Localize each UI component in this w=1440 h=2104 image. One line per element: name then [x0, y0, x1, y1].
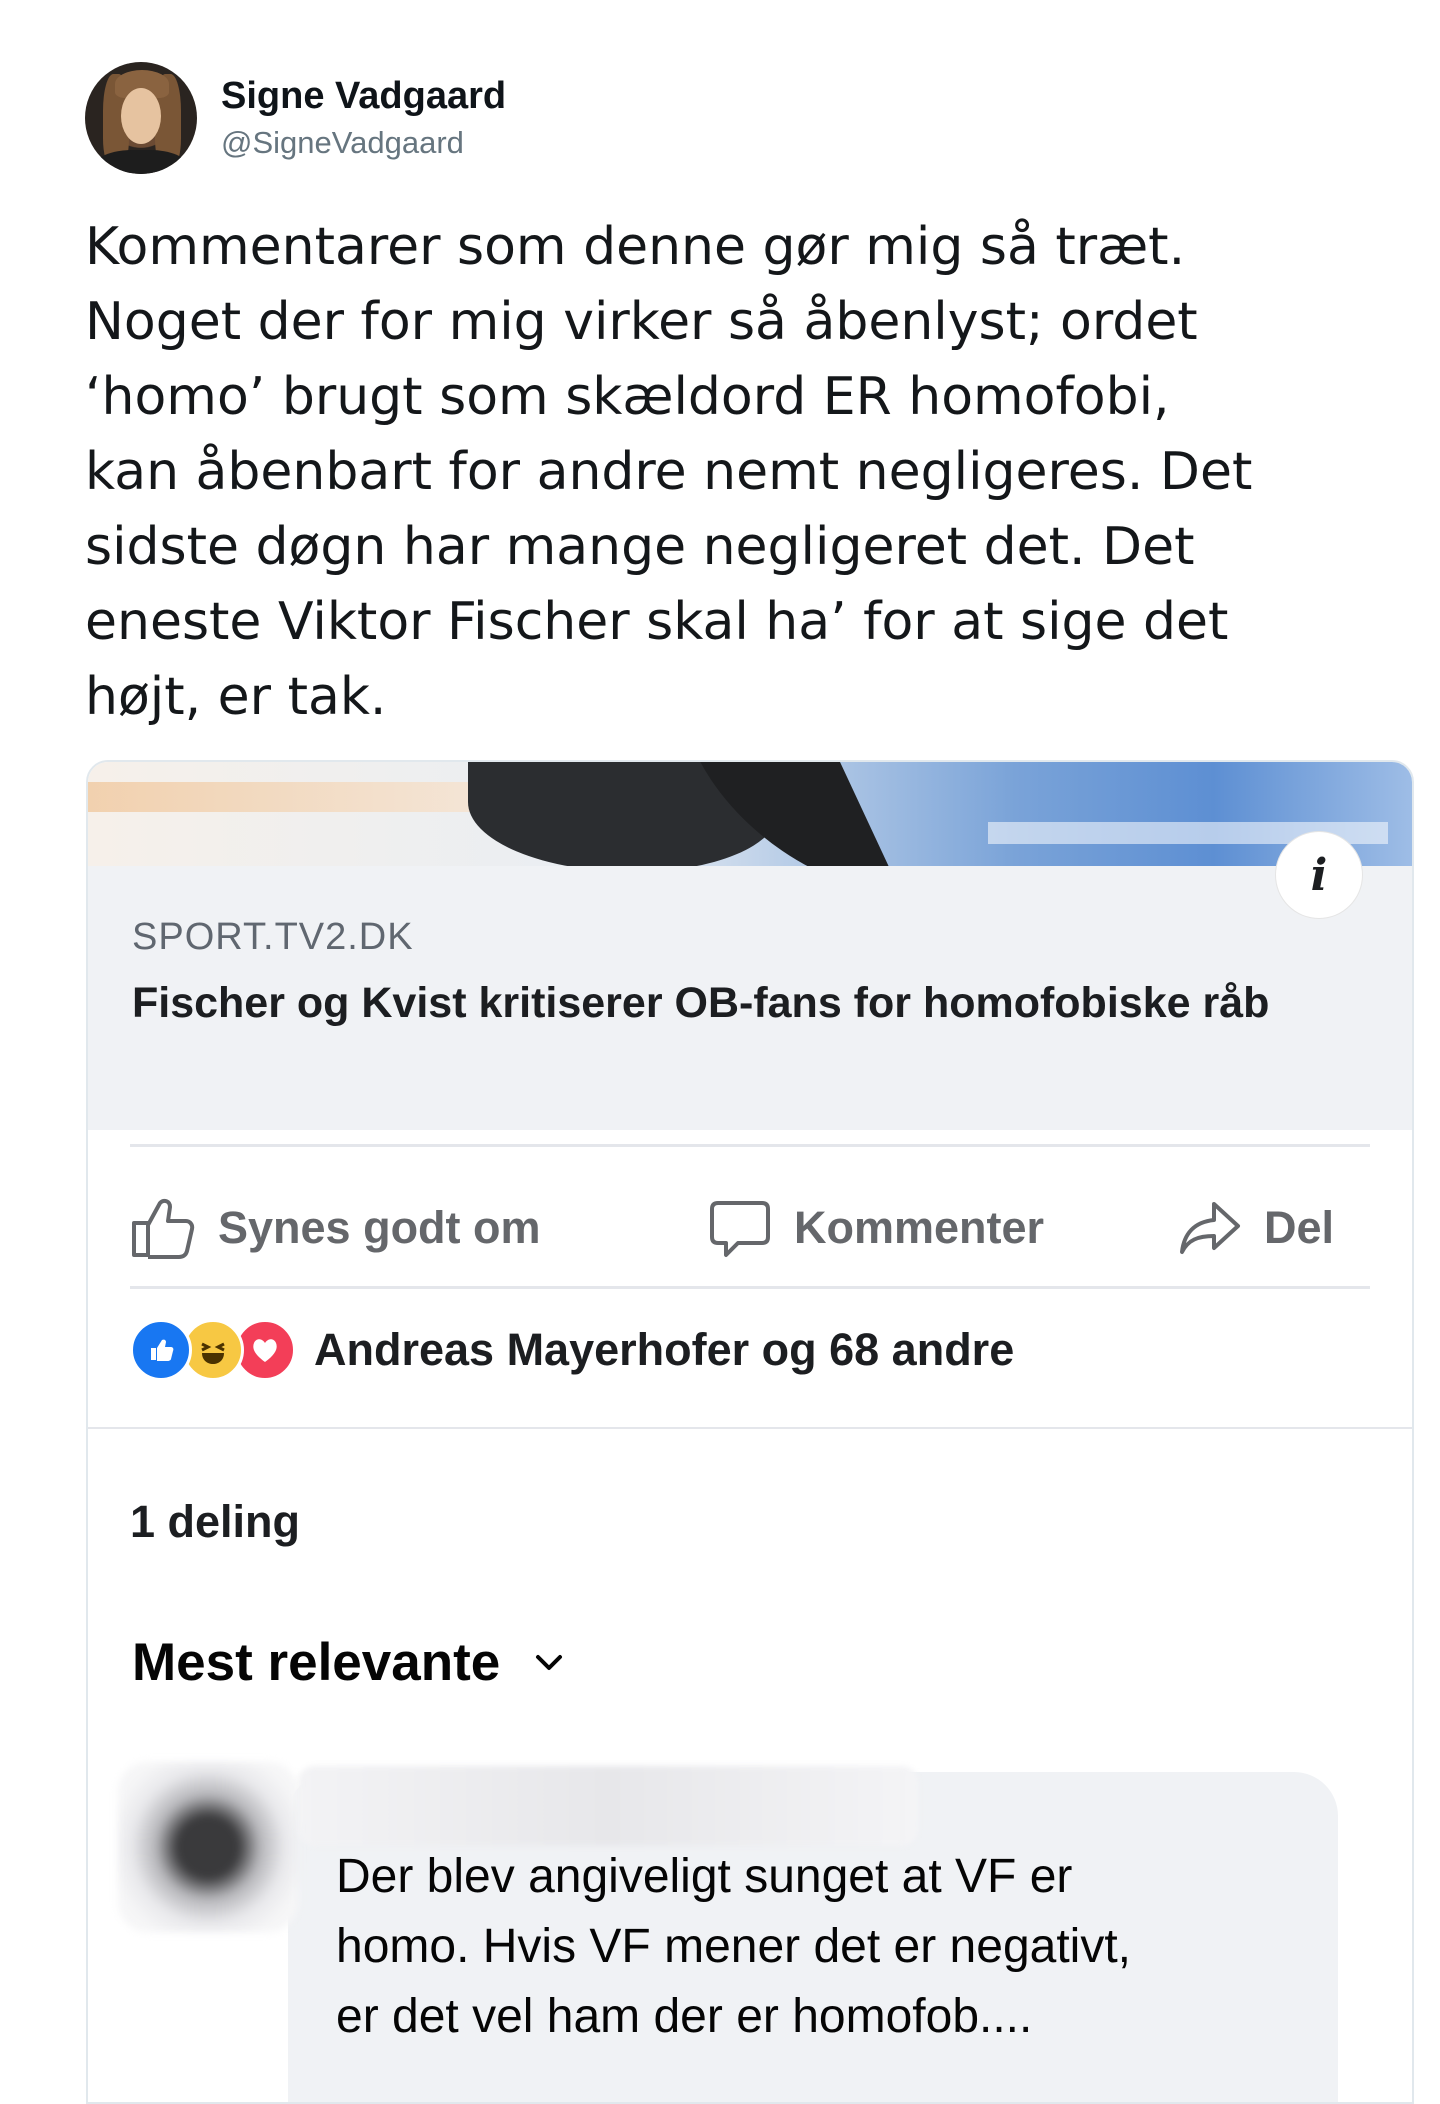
post-actions: Synes godt om Kommenter Del: [88, 1174, 1412, 1282]
comment-text-line: homo. Hvis VF mener det er negativt,: [336, 1920, 1131, 1973]
like-button[interactable]: Synes godt om: [130, 1174, 541, 1282]
sort-label: Mest relevante: [132, 1633, 501, 1692]
comment-text: Der blev angiveligt sunget at VF er homo…: [336, 1842, 1336, 2052]
divider: [88, 1427, 1412, 1429]
shares-count[interactable]: 1 deling: [130, 1496, 300, 1548]
comment-text-line: er det vel ham der er homofob....: [336, 1990, 1033, 2043]
author-names: Signe Vadgaard @SigneVadgaard: [221, 73, 506, 163]
info-icon[interactable]: i: [1276, 832, 1362, 918]
tweet-text-line: Noget der for mig virker så åbenlyst; or…: [85, 292, 1198, 352]
comment-button[interactable]: Kommenter: [708, 1174, 1044, 1282]
author-avatar[interactable]: [85, 62, 197, 174]
tweet-text-line: ‘homo’ brugt som skældord ER homofobi,: [85, 367, 1170, 427]
tweet-text-line: Kommentarer som denne gør mig så træt.: [85, 217, 1186, 277]
blurred-commenter-avatar: [118, 1762, 298, 1932]
tweet-text: Kommentarer som denne gør mig så træt. N…: [85, 210, 1395, 735]
tweet-text-line: højt, er tak.: [85, 667, 387, 727]
comment-icon: [710, 1201, 770, 1257]
link-title[interactable]: Fischer og Kvist kritiserer OB-fans for …: [132, 976, 1362, 1030]
comment-sort-dropdown[interactable]: Mest relevante: [132, 1632, 564, 1693]
divider: [130, 1286, 1370, 1289]
link-domain: SPORT.TV2.DK: [132, 916, 414, 958]
embedded-facebook-post[interactable]: SPORT.TV2.DK Fischer og Kvist kritiserer…: [86, 760, 1414, 2104]
tweet-text-line: kan åbenbart for andre nemt negligeres. …: [85, 442, 1253, 502]
comment-text-line: Der blev angiveligt sunget at VF er: [336, 1850, 1073, 1903]
blurred-commenter-name: [298, 1766, 918, 1846]
like-label: Synes godt om: [218, 1202, 541, 1253]
chevron-down-icon: [536, 1654, 563, 1670]
thumbs-up-icon: [132, 1198, 195, 1259]
comment-label: Kommenter: [794, 1202, 1045, 1253]
tweet-text-line: eneste Viktor Fischer skal ha’ for at si…: [85, 592, 1229, 652]
author-handle[interactable]: @SigneVadgaard: [221, 123, 506, 163]
reactions-text[interactable]: Andreas Mayerhofer og 68 andre: [314, 1324, 1014, 1376]
tweet-header: Signe Vadgaard @SigneVadgaard: [85, 62, 506, 174]
share-label: Del: [1264, 1202, 1335, 1253]
like-reaction-icon: [130, 1319, 192, 1381]
tweet-text-line: sidste døgn har mange negligeret det. De…: [85, 517, 1195, 577]
link-preview-meta[interactable]: SPORT.TV2.DK Fischer og Kvist kritiserer…: [88, 866, 1412, 1130]
share-button[interactable]: Del: [1178, 1174, 1334, 1282]
author-display-name[interactable]: Signe Vadgaard: [221, 73, 506, 119]
reactions-summary[interactable]: Andreas Mayerhofer og 68 andre: [130, 1319, 1014, 1381]
divider: [130, 1144, 1370, 1147]
link-preview-image[interactable]: [88, 762, 1412, 892]
share-icon: [1180, 1202, 1240, 1254]
